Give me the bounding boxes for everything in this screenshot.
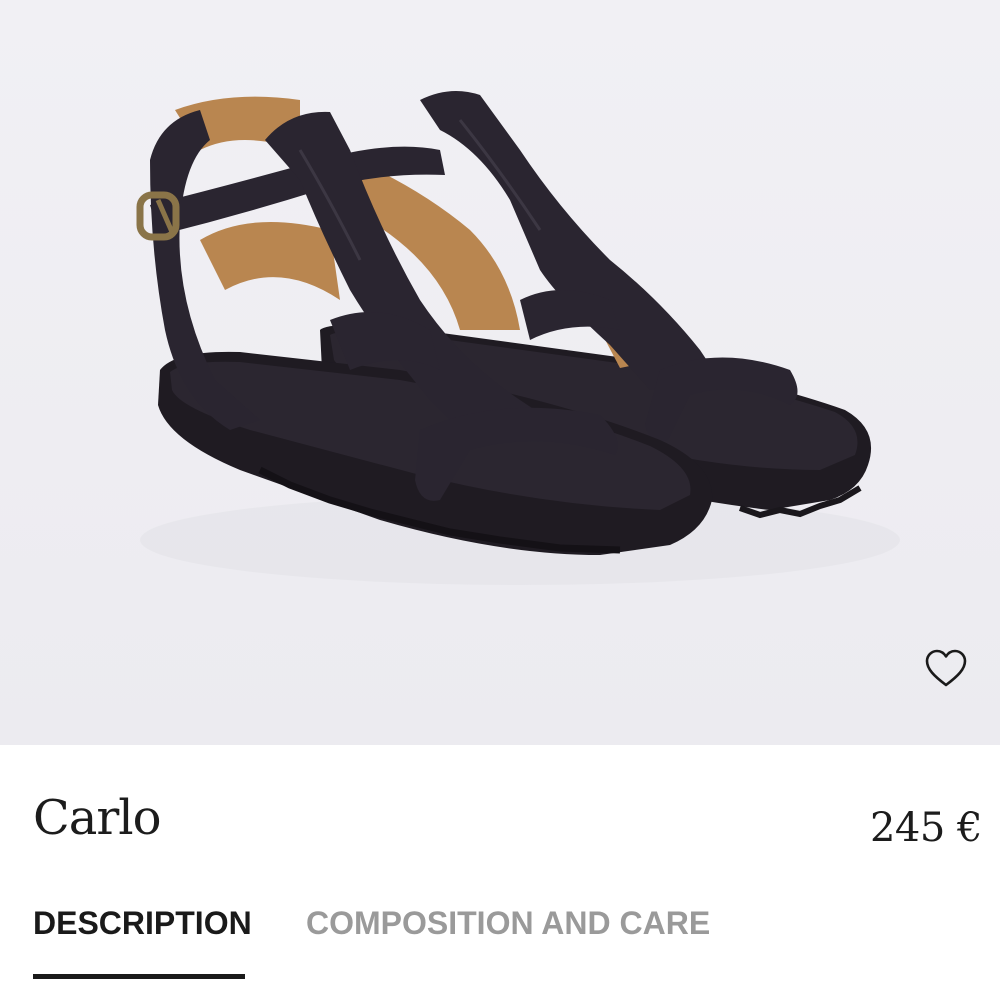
- tab-description[interactable]: DESCRIPTION: [33, 905, 252, 979]
- product-name: Carlo: [33, 790, 162, 846]
- heart-outline-icon: [925, 649, 967, 687]
- tab-composition-and-care[interactable]: COMPOSITION AND CARE: [306, 905, 710, 979]
- product-price: 245 €: [869, 805, 983, 851]
- wishlist-button[interactable]: [920, 644, 972, 692]
- product-image[interactable]: [0, 0, 1000, 745]
- active-tab-indicator: [33, 974, 245, 979]
- product-tabs: DESCRIPTION COMPOSITION AND CARE: [33, 905, 973, 985]
- sandals-illustration: [136, 91, 900, 585]
